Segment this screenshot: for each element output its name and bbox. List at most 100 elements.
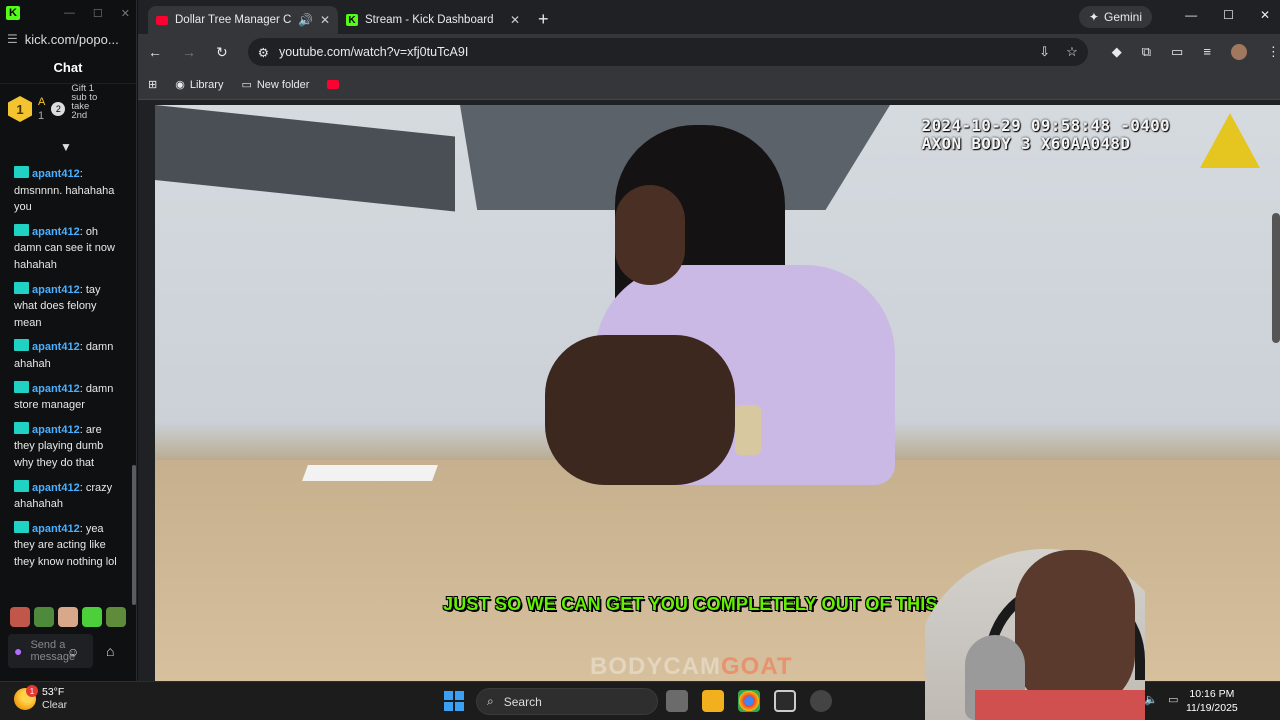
clock[interactable]: 10:16 PM 11/19/2025	[1186, 687, 1238, 715]
maximize-icon[interactable]: ☐	[93, 7, 103, 20]
sparkle-icon: ✦	[1088, 10, 1099, 24]
address-bar[interactable]: ⚙ youtube.com/watch?v=xfj0tuTcA9I ⇩ ☆	[247, 38, 1088, 66]
chat-scrollbar[interactable]	[132, 465, 136, 605]
chat-input[interactable]: ● Send a message	[8, 634, 93, 668]
chat-username[interactable]: apant412	[32, 523, 80, 535]
menu-kebab-icon[interactable]: ⋮	[1267, 44, 1280, 60]
emote-icon[interactable]	[58, 607, 78, 627]
axon-logo-icon	[1200, 113, 1260, 168]
clock-date: 11/19/2025	[1186, 702, 1238, 714]
chat-message: apant412: yea they are acting like they …	[14, 520, 123, 571]
media-controls-icon[interactable]: ≡	[1203, 44, 1211, 60]
page-scrollbar[interactable]	[1272, 213, 1280, 343]
app-icon[interactable]	[810, 690, 832, 712]
search-icon: ⌕	[487, 694, 494, 708]
minimize-icon[interactable]: —	[64, 7, 75, 20]
user-badge-icon	[14, 421, 29, 434]
user-badge-icon	[14, 223, 29, 236]
obs-icon[interactable]	[774, 690, 796, 712]
streamer-webcam	[925, 540, 1145, 720]
chat-window-url: kick.com/popo...	[24, 31, 119, 47]
emote-icon[interactable]	[82, 607, 102, 627]
emoji-picker-icon[interactable]: ☺	[67, 645, 79, 659]
volume-icon[interactable]: 🔈	[1144, 693, 1158, 706]
leader-initial: A	[38, 96, 46, 108]
emote-bar	[10, 607, 126, 627]
leader-count: 1	[38, 110, 45, 122]
tab-kick-dashboard[interactable]: K Stream - Kick Dashboard ✕	[338, 6, 528, 34]
watermark-part-a: BODYCAM	[590, 653, 721, 680]
microphone-icon[interactable]: ●	[14, 643, 22, 659]
gemini-button[interactable]: ✦ Gemini	[1078, 6, 1152, 28]
new-tab-icon[interactable]: +	[538, 9, 549, 30]
user-badge-icon	[14, 380, 29, 393]
gift-leaderboard[interactable]: 1 A 1 2 Gift 1 sub to take 2nd	[0, 84, 136, 134]
forward-icon[interactable]: →	[182, 44, 196, 60]
cast-icon[interactable]: ▭	[1171, 44, 1183, 60]
chat-message: apant412: damn store manager	[14, 380, 123, 414]
gift-prompt[interactable]: Gift 1 sub to take 2nd	[71, 84, 101, 134]
chat-messages: apant412: dmsnnnn. hahahaha you apant412…	[0, 166, 131, 578]
install-app-icon[interactable]: ⇩	[1039, 44, 1050, 60]
weather-widget[interactable]: 1 53°F Clear	[14, 685, 68, 712]
maximize-icon[interactable]: ☐	[1223, 8, 1234, 22]
chat-username[interactable]: apant412	[32, 341, 80, 353]
emote-icon[interactable]	[34, 607, 54, 627]
taskbar-search[interactable]: ⌕ Search	[476, 688, 658, 715]
emote-icon[interactable]	[10, 607, 30, 627]
minimize-icon[interactable]: —	[1185, 8, 1197, 22]
chat-username[interactable]: apant412	[32, 226, 80, 238]
browser-toolbar: ← → ↻ ⚙ youtube.com/watch?v=xfj0tuTcA9I …	[138, 34, 1280, 70]
extensions-puzzle-icon[interactable]: ⧉	[1142, 44, 1151, 60]
chat-username[interactable]: apant412	[32, 383, 80, 395]
chat-window-urlbar[interactable]: ☰ kick.com/popo...	[0, 26, 136, 52]
back-icon[interactable]: ←	[148, 44, 162, 60]
reload-icon[interactable]: ↻	[216, 44, 228, 61]
video-subject	[545, 125, 905, 485]
scroll-to-bottom-icon[interactable]: ▼	[60, 140, 72, 154]
user-badge-icon	[14, 281, 29, 294]
bookmark-new-folder[interactable]: ▭ New folder	[241, 78, 309, 92]
gemini-label: Gemini	[1103, 10, 1142, 24]
close-icon[interactable]: ✕	[1260, 8, 1270, 22]
rank-badge-icon: 1	[8, 96, 32, 122]
chrome-icon[interactable]	[738, 690, 760, 712]
chat-username[interactable]: apant412	[32, 168, 80, 180]
store-icon[interactable]: ⌂	[106, 643, 114, 659]
profile-avatar[interactable]	[1230, 44, 1247, 60]
user-badge-icon	[14, 166, 29, 178]
bookmark-library[interactable]: ◉ Library	[175, 78, 224, 92]
close-tab-icon[interactable]: ✕	[320, 13, 330, 27]
weather-badge: 1	[26, 685, 38, 697]
temperature: 53°F	[42, 686, 65, 698]
user-badge-icon	[14, 479, 29, 492]
battery-icon[interactable]: ▭	[1168, 693, 1178, 706]
start-windows-icon[interactable]	[444, 691, 464, 711]
task-view-icon[interactable]	[666, 690, 688, 712]
close-tab-icon[interactable]: ✕	[510, 13, 520, 27]
chat-username[interactable]: apant412	[32, 284, 80, 296]
watermark-part-b: GOAT	[721, 653, 793, 680]
speaker-icon[interactable]: 🔊	[298, 13, 313, 27]
file-explorer-icon[interactable]	[702, 690, 724, 712]
close-icon[interactable]: ✕	[121, 7, 130, 20]
kick-favicon-icon: K	[346, 14, 358, 26]
tab-strip: Dollar Tree Manager Caught 🔊 ✕ K Stream …	[138, 0, 1280, 34]
video-subtitle: JUST SO WE CAN GET YOU COMPLETELY OUT OF…	[443, 594, 938, 614]
bodycam-timestamp: 2024-10-29 09:58:48 -0400 AXON BODY 3 X6…	[922, 117, 1170, 153]
site-info-icon[interactable]: ☰	[7, 32, 18, 46]
device-line: AXON BODY 3 X60AA048D	[921, 134, 1131, 153]
youtube-bookmark-icon[interactable]	[327, 80, 340, 89]
timestamp-line: 2024-10-29 09:58:48 -0400	[921, 116, 1170, 135]
extension-diamond-icon[interactable]: ◆	[1112, 44, 1122, 60]
bookmark-label: Library	[189, 78, 224, 91]
apps-grid-icon[interactable]: ⊞	[148, 78, 157, 91]
site-info-icon[interactable]: ⚙	[258, 45, 269, 60]
weather-condition: Clear	[42, 699, 68, 711]
chat-username[interactable]: apant412	[32, 482, 80, 494]
streamer-face	[1015, 550, 1135, 710]
tab-youtube[interactable]: Dollar Tree Manager Caught 🔊 ✕	[148, 6, 338, 34]
bookmark-star-icon[interactable]: ☆	[1066, 44, 1078, 60]
chat-username[interactable]: apant412	[32, 424, 80, 436]
emote-icon[interactable]	[106, 607, 126, 627]
